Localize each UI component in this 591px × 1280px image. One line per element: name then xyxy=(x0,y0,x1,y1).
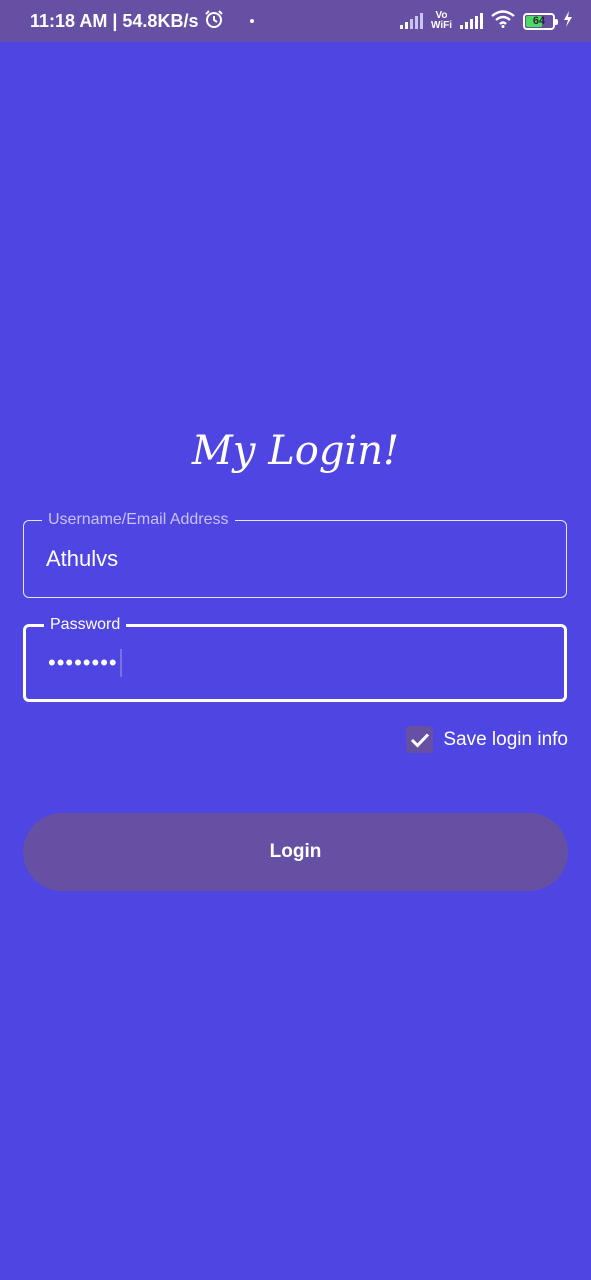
login-button[interactable]: Login xyxy=(23,813,568,891)
wifi-icon xyxy=(491,9,515,33)
username-field[interactable]: Username/Email Address Athulvs xyxy=(23,510,567,598)
username-value: Athulvs xyxy=(46,546,119,571)
save-login-row[interactable]: Save login info xyxy=(406,726,568,753)
battery-level: 64 xyxy=(532,15,546,27)
time-speed: 11:18 AM | 54.8KB/s xyxy=(30,10,199,31)
save-login-label[interactable]: Save login info xyxy=(443,729,568,751)
charging-icon xyxy=(563,10,573,32)
status-left: 11:18 AM | 54.8KB/s xyxy=(30,9,255,34)
password-field[interactable]: Password •••••••• xyxy=(23,615,567,702)
checkmark-icon xyxy=(410,732,429,748)
signal-icon xyxy=(399,13,423,29)
status-bar: 11:18 AM | 54.8KB/s Vo WiFi 64 xyxy=(0,0,591,42)
text-caret xyxy=(119,649,122,677)
battery-icon: 64 xyxy=(523,12,558,30)
username-input[interactable]: Athulvs xyxy=(46,521,546,597)
password-input[interactable]: •••••••• xyxy=(48,627,544,699)
page-title: My Login! xyxy=(191,428,400,474)
vowifi-icon: Vo WiFi xyxy=(430,10,452,31)
notification-dot-icon xyxy=(250,19,255,23)
status-right: Vo WiFi 64 xyxy=(399,9,573,33)
alarm-icon xyxy=(204,9,224,34)
save-login-checkbox[interactable] xyxy=(406,726,434,753)
signal-icon xyxy=(460,13,483,29)
password-value: •••••••• xyxy=(48,650,118,675)
